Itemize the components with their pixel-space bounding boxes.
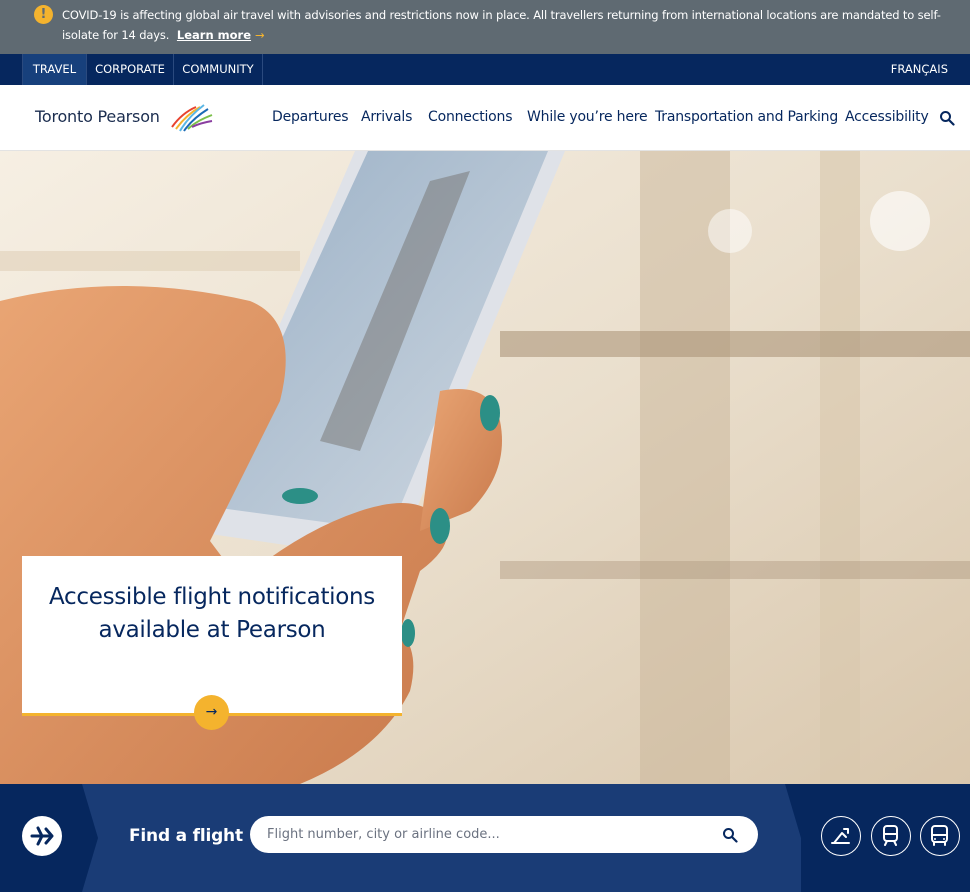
nav-connections[interactable]: Connections bbox=[428, 109, 513, 125]
tab-corporate[interactable]: CORPORATE bbox=[87, 54, 174, 85]
hero-title[interactable]: Accessible flight notifications availabl… bbox=[44, 581, 380, 647]
bus-icon[interactable] bbox=[920, 816, 960, 856]
language-toggle[interactable]: FRANÇAIS bbox=[891, 54, 948, 85]
train-icon[interactable] bbox=[871, 816, 911, 856]
learn-more-link[interactable]: Learn more bbox=[177, 28, 251, 42]
site-header: Toronto Pearson Departures Arrivals Conn… bbox=[0, 85, 970, 151]
search-icon[interactable] bbox=[939, 110, 955, 126]
exclamation-icon: ! bbox=[34, 5, 53, 24]
audience-nav: TRAVEL CORPORATE COMMUNITY FRANÇAIS bbox=[0, 54, 970, 85]
nav-transportation-parking[interactable]: Transportation and Parking bbox=[655, 109, 838, 125]
search-icon[interactable] bbox=[722, 827, 738, 843]
flight-search-input[interactable] bbox=[250, 816, 758, 853]
tab-travel[interactable]: TRAVEL bbox=[22, 54, 87, 85]
pearson-logo-icon[interactable] bbox=[168, 101, 214, 133]
tab-community[interactable]: COMMUNITY bbox=[174, 54, 263, 85]
hero-banner: Accessible flight notifications availabl… bbox=[0, 151, 970, 784]
logo-text[interactable]: Toronto Pearson bbox=[35, 107, 160, 126]
find-flight-bar: Find a flight bbox=[0, 784, 970, 892]
parking-icon[interactable] bbox=[821, 816, 861, 856]
find-flight-label: Find a flight bbox=[129, 826, 243, 846]
nav-departures[interactable]: Departures bbox=[272, 109, 349, 125]
hero-card: Accessible flight notifications availabl… bbox=[22, 556, 402, 730]
nav-arrivals[interactable]: Arrivals bbox=[361, 109, 412, 125]
arrow-right-icon[interactable]: → bbox=[194, 695, 229, 730]
covid-alert-banner: ! COVID-19 is affecting global air trave… bbox=[0, 0, 970, 54]
arrow-right-icon: → bbox=[255, 28, 265, 42]
nav-while-youre-here[interactable]: While you’re here bbox=[527, 109, 648, 125]
plane-icon[interactable] bbox=[22, 816, 62, 856]
nav-accessibility[interactable]: Accessibility bbox=[845, 109, 929, 125]
